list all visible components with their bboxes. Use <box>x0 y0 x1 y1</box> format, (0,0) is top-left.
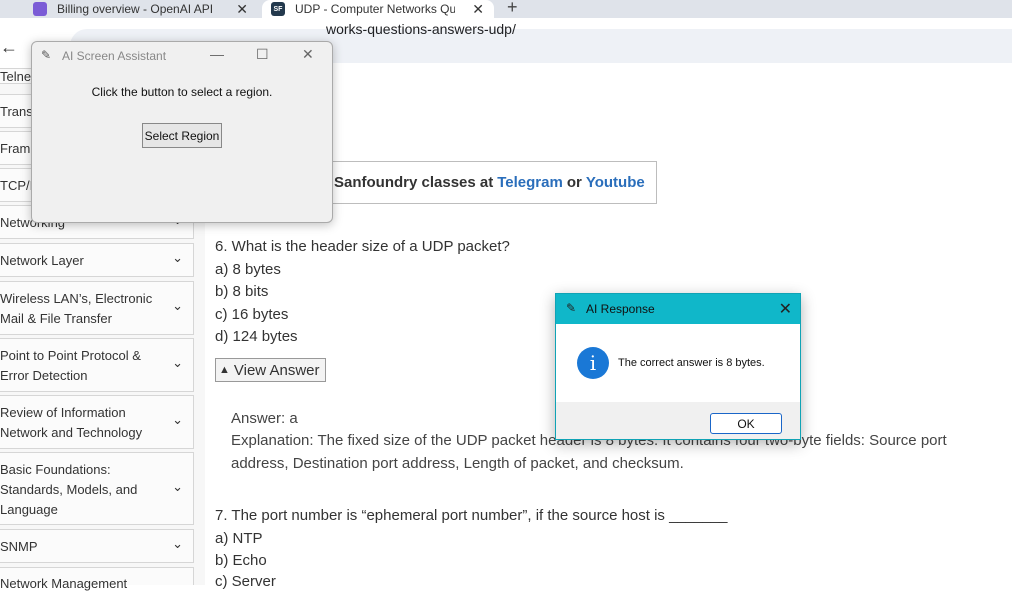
option: b) Echo <box>215 552 267 569</box>
sidebar-item-label: SNMP <box>0 539 38 554</box>
instruction-text: Click the button to select a region. <box>91 85 273 99</box>
dialog-titlebar: ✎ AI Response ✕ <box>556 294 800 324</box>
sidebar-item-label: Basic Foundations: Standards, Models, an… <box>0 462 138 517</box>
openai-favicon-icon <box>33 2 47 16</box>
ai-screen-assistant-window: ✎ AI Screen Assistant — ☐ ✕ Click the bu… <box>31 41 333 223</box>
sanfoundry-favicon-icon: SF <box>271 2 285 16</box>
chevron-down-icon: ⌄ <box>172 355 183 370</box>
minimize-button[interactable]: — <box>210 46 224 62</box>
sidebar-item-label: Wireless LAN’s, Electronic Mail & File T… <box>0 291 153 326</box>
window-title: AI Screen Assistant <box>62 49 167 63</box>
sidebar-item-label: Network Management <box>0 576 128 591</box>
feather-icon: ✎ <box>566 301 577 315</box>
sidebar-item-label: Point to Point Protocol & Error Detectio… <box>0 348 141 383</box>
url-text[interactable]: works-questions-answers-udp/ <box>326 21 516 37</box>
youtube-link[interactable]: Youtube <box>586 174 645 191</box>
browser-tab-strip: Billing overview - OpenAI API ✕ SF UDP -… <box>0 0 1012 18</box>
chevron-down-icon: ⌄ <box>172 536 183 551</box>
sidebar-item-point-to-point[interactable]: Point to Point Protocol & Error Detectio… <box>0 338 194 392</box>
telegram-link[interactable]: Telegram <box>497 174 563 191</box>
chevron-down-icon: ⌄ <box>172 298 183 313</box>
view-answer-button[interactable]: ▲ View Answer <box>215 358 326 382</box>
sidebar-item-network-layer[interactable]: Network Layer ⌄ <box>0 243 194 277</box>
tab-udp-questions[interactable]: SF UDP - Computer Networks Que ✕ <box>262 0 494 18</box>
explanation-text: address, Destination port address, Lengt… <box>231 455 684 472</box>
chevron-down-icon: ⌄ <box>172 479 183 494</box>
classes-promo-box: Sanfoundry classes at Telegram or Youtub… <box>320 161 657 204</box>
option: a) 8 bytes <box>215 261 281 278</box>
option: a) NTP <box>215 530 263 547</box>
tab-title: UDP - Computer Networks Que <box>295 2 455 16</box>
option: b) 8 bits <box>215 283 269 300</box>
chevron-down-icon: ⌄ <box>172 412 183 427</box>
tab-close-icon[interactable]: ✕ <box>236 1 248 18</box>
dialog-title: AI Response <box>586 302 655 316</box>
option: c) 16 bytes <box>215 306 289 323</box>
tab-billing-overview[interactable]: Billing overview - OpenAI API ✕ <box>0 0 258 18</box>
close-button[interactable]: ✕ <box>779 299 792 319</box>
sidebar-item-basic-foundations[interactable]: Basic Foundations: Standards, Models, an… <box>0 452 194 525</box>
question-text: 6. What is the header size of a UDP pack… <box>215 238 510 255</box>
info-icon: i <box>577 347 609 379</box>
ok-button[interactable]: OK <box>710 413 782 434</box>
promo-text: Sanfoundry classes at <box>334 174 494 191</box>
answer-text: Answer: a <box>231 410 298 427</box>
maximize-button[interactable]: ☐ <box>256 46 269 63</box>
new-tab-button[interactable]: + <box>507 0 518 18</box>
view-answer-label: View Answer <box>233 361 320 379</box>
sidebar-item-wireless-lan[interactable]: Wireless LAN’s, Electronic Mail & File T… <box>0 281 194 335</box>
sidebar-item-label: Network Layer <box>0 253 84 268</box>
option: c) Server <box>215 573 276 590</box>
question-text: 7. The port number is “ephemeral port nu… <box>215 507 728 524</box>
caret-up-icon: ▲ <box>219 364 230 376</box>
ai-response-dialog: ✎ AI Response ✕ i The correct answer is … <box>555 293 801 440</box>
sidebar-item-snmp[interactable]: SNMP ⌄ <box>0 529 194 563</box>
option: d) 124 bytes <box>215 328 298 345</box>
sidebar-item-label: Review of Information Network and Techno… <box>0 405 143 440</box>
sidebar-item-review-information[interactable]: Review of Information Network and Techno… <box>0 395 194 449</box>
tab-title: Billing overview - OpenAI API <box>57 2 214 16</box>
response-message: The correct answer is 8 bytes. <box>618 357 765 369</box>
chevron-down-icon: ⌄ <box>172 250 183 265</box>
feather-icon: ✎ <box>41 48 52 62</box>
tab-close-icon[interactable]: ✕ <box>472 1 484 18</box>
close-button[interactable]: ✕ <box>302 46 314 63</box>
sidebar-item-network-management[interactable]: Network Management <box>0 567 194 591</box>
promo-text: or <box>566 174 582 191</box>
back-arrow-icon[interactable]: ← <box>0 37 18 58</box>
select-region-button[interactable]: Select Region <box>142 123 222 148</box>
